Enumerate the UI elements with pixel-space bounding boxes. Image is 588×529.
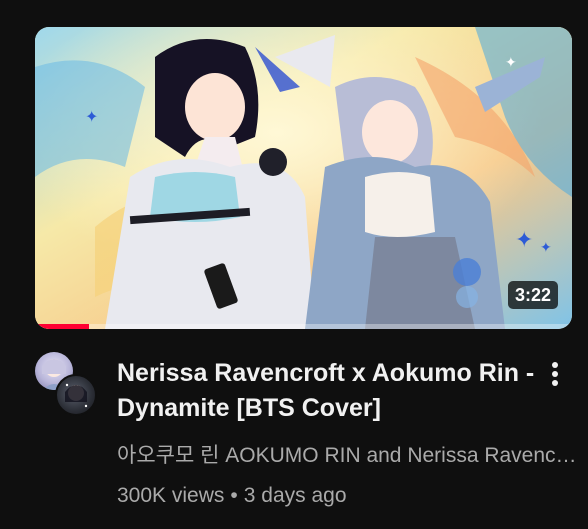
video-card[interactable]: ✦ ✦ ✦ ✦ 3:22 Nerissa Ravencroft x Aokumo…: [0, 0, 588, 529]
channel-avatars[interactable]: [35, 352, 97, 416]
svg-text:✦: ✦: [515, 228, 533, 253]
video-title[interactable]: Nerissa Ravencroft x Aokumo Rin - Dynami…: [117, 356, 537, 426]
upload-age: 3 days ago: [243, 484, 347, 507]
avatar-nerissa[interactable]: [55, 374, 97, 416]
svg-text:✦: ✦: [505, 55, 517, 71]
video-thumbnail[interactable]: ✦ ✦ ✦ ✦ 3:22: [35, 27, 572, 329]
svg-text:✦: ✦: [540, 240, 552, 256]
thumbnail-artwork: ✦ ✦ ✦ ✦: [35, 27, 572, 329]
meta-separator: •: [230, 484, 238, 507]
duration-badge: 3:22: [507, 281, 558, 309]
video-metadata: 300K views • 3 days ago: [117, 482, 347, 510]
view-count: 300K views: [117, 484, 225, 507]
svg-text:✦: ✦: [85, 107, 98, 126]
channel-name[interactable]: 아오쿠모 린 AOKUMO RIN and Nerissa Ravencroft: [117, 442, 577, 470]
watch-progress-fill: [35, 324, 89, 329]
more-actions-button[interactable]: [540, 356, 570, 392]
watch-progress-bar: [35, 324, 572, 329]
more-vertical-icon: [540, 356, 570, 392]
